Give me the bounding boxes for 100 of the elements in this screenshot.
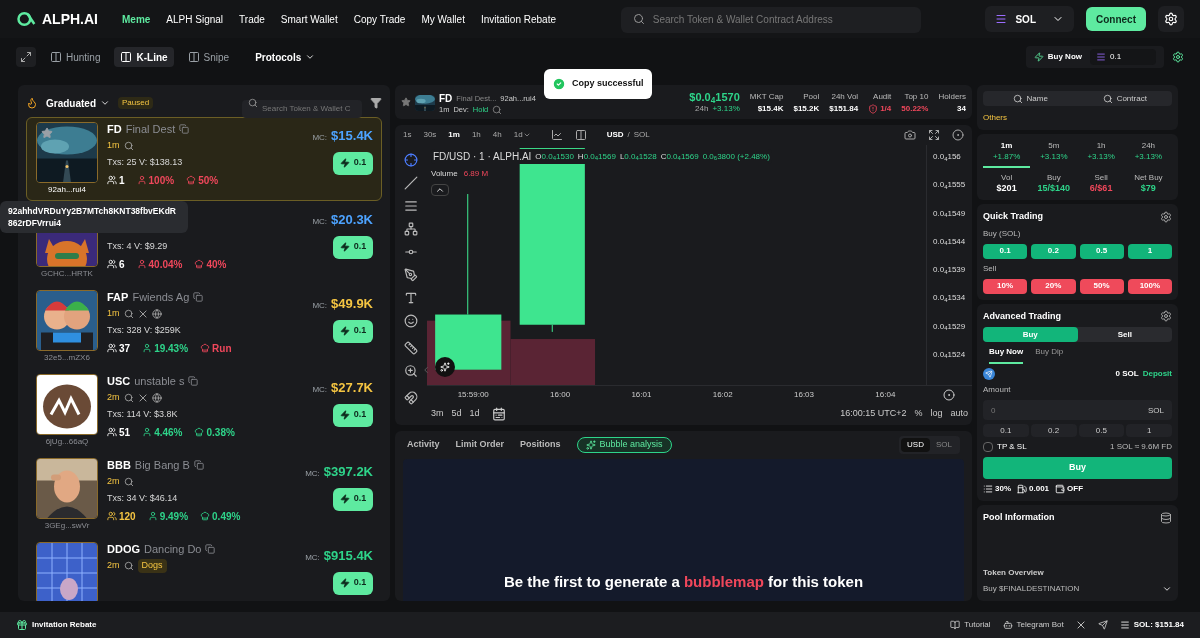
deposit-link[interactable]: Deposit: [1142, 368, 1172, 380]
gear-icon[interactable]: [1172, 51, 1184, 63]
timeframe-tab[interactable]: 1h: [471, 129, 481, 141]
copy-icon[interactable]: [205, 544, 216, 554]
magnet-icon[interactable]: [404, 391, 418, 405]
x-logo-icon[interactable]: [1075, 620, 1086, 630]
preset-button[interactable]: 0.2: [1030, 424, 1077, 437]
quick-sell-button[interactable]: 20%: [1031, 278, 1076, 294]
quick-buy-button[interactable]: 0.1: [333, 235, 373, 259]
zoom-in-icon[interactable]: [404, 364, 418, 378]
protocols-dropdown[interactable]: Protocols: [255, 49, 316, 65]
collapse-button[interactable]: [431, 184, 449, 196]
footer-link[interactable]: Tutorial: [950, 619, 991, 631]
lines-icon[interactable]: [404, 199, 418, 213]
search-icon[interactable]: [123, 141, 134, 151]
filter-icon[interactable]: [370, 97, 382, 109]
buy-now-button[interactable]: Buy Now: [1033, 51, 1082, 63]
nav-link[interactable]: Copy Trade: [353, 11, 406, 27]
copy-icon[interactable]: [193, 292, 204, 302]
x-logo-icon[interactable]: [137, 309, 148, 319]
search-icon[interactable]: [123, 309, 134, 319]
currency-tab[interactable]: USD: [606, 129, 624, 141]
slippage[interactable]: 30%: [995, 483, 1011, 495]
preset-button[interactable]: 0.1: [983, 424, 1029, 437]
footer-link[interactable]: Telegram Bot: [1002, 619, 1064, 631]
gear-icon[interactable]: [1160, 310, 1172, 323]
view-tab[interactable]: Snipe: [181, 47, 236, 67]
brush-icon[interactable]: [404, 268, 418, 282]
token-address[interactable]: 6jUg...66aQ: [45, 436, 89, 448]
checkbox[interactable]: [983, 442, 993, 452]
logo-text[interactable]: ALPH.AI: [42, 8, 98, 30]
scale-button[interactable]: log: [930, 407, 943, 421]
settings-button[interactable]: [1158, 6, 1184, 32]
period-tab[interactable]: 1m +1.87%: [983, 140, 1031, 168]
scale-button[interactable]: %: [914, 407, 923, 421]
search-field[interactable]: Search Token & Wallet Contract Address: [620, 6, 921, 33]
range-button[interactable]: 5d: [451, 407, 462, 421]
copy-icon[interactable]: [179, 124, 190, 134]
star-icon[interactable]: [401, 97, 411, 107]
mode-tab[interactable]: Buy Dip: [1035, 346, 1064, 364]
copy-icon[interactable]: [188, 376, 199, 386]
period-tab[interactable]: 1h +3.13%: [1077, 140, 1125, 168]
quick-sell-button[interactable]: 10%: [983, 278, 1028, 294]
token-address[interactable]: 3GEg...swVr: [44, 520, 90, 532]
period-tab[interactable]: 5m +3.13%: [1030, 140, 1078, 168]
connect-button[interactable]: Connect: [1086, 7, 1146, 31]
timeframe-tab[interactable]: 4h: [492, 129, 502, 141]
token-card[interactable]: 92ah...rui4 FD Final Dest 1m Txs: 25 V: $138.13 1 100% 50% MC: $15.4K 0.1: [26, 117, 382, 201]
currency-tab[interactable]: SOL: [633, 129, 650, 141]
timeframe-tab[interactable]: 1s: [403, 129, 412, 141]
quick-buy-button[interactable]: 0.1: [333, 319, 373, 343]
amount-field[interactable]: 0.1: [1090, 49, 1156, 65]
quick-buy-button[interactable]: 0.1: [333, 151, 373, 175]
token-address[interactable]: 32e5...mZX6: [44, 352, 90, 364]
fullscreen-icon[interactable]: [928, 129, 940, 141]
star-icon[interactable]: [41, 127, 53, 139]
nav-link[interactable]: Smart Wallet: [280, 11, 338, 27]
quick-sell-button[interactable]: 50%: [1079, 278, 1124, 294]
camera-icon[interactable]: [904, 129, 916, 141]
quick-buy-button[interactable]: 0.1: [333, 403, 373, 427]
nav-link[interactable]: Invitation Rebate: [480, 11, 556, 27]
timeframe-tab[interactable]: 1d: [513, 129, 531, 141]
copy-icon[interactable]: [193, 460, 204, 470]
period-tab[interactable]: 24h +3.13%: [1124, 140, 1172, 168]
search-tab[interactable]: Name: [983, 91, 1078, 106]
token-card[interactable]: 6jUg...66aQ USC unstable s 2m Txs: 114 V: $3.8K 51 4.46% 0.38% MC: $27.7K 0.1: [26, 369, 382, 453]
search-icon[interactable]: [123, 477, 134, 487]
quick-buy-button[interactable]: 0.1: [333, 571, 373, 595]
nav-link[interactable]: ALPH Signal: [166, 11, 224, 27]
token-card[interactable]: DDOG Dancing Do 2m Dogs MC: $915.4K 0.1: [26, 537, 382, 601]
telegram-icon[interactable]: [1097, 620, 1108, 630]
mev-protection[interactable]: OFF: [1067, 483, 1084, 495]
panel-tab[interactable]: Bubble analysis: [576, 437, 672, 453]
database-icon[interactable]: [1160, 511, 1172, 524]
timeframe-tab[interactable]: 30s: [423, 129, 437, 141]
text-icon[interactable]: [404, 291, 418, 305]
scale-button[interactable]: auto: [950, 407, 968, 421]
calendar-icon[interactable]: [491, 407, 506, 421]
view-tab[interactable]: Hunting: [44, 47, 107, 67]
token-card[interactable]: 3GEg...swVr BBB Big Bang B 2m Txs: 34 V: $46.14 120 9.49% 0.49% MC: $397.2K 0.1: [26, 453, 382, 537]
chevron-icon[interactable]: [1162, 584, 1172, 594]
panel-tab[interactable]: Activity: [407, 438, 440, 452]
preset-button[interactable]: 0.5: [1078, 424, 1125, 437]
nav-link[interactable]: Trade: [239, 11, 265, 27]
panel-tab[interactable]: Limit Order: [455, 438, 505, 452]
ruler-icon[interactable]: [404, 341, 418, 355]
indicator-icon[interactable]: [550, 129, 563, 141]
nav-link[interactable]: My Wallet: [421, 11, 465, 27]
x-logo-icon[interactable]: [137, 393, 148, 403]
panel-tab[interactable]: Positions: [520, 438, 561, 452]
range-button[interactable]: 3m: [431, 407, 444, 421]
rebate-link[interactable]: Invitation Rebate: [32, 619, 97, 631]
candles-icon[interactable]: [574, 129, 587, 141]
token-card[interactable]: 32e5...mZX6 FAP Fwiends Ag 1m Txs: 328 V: $259K 37 19.43% Run MC: $49.9K 0.1: [26, 285, 382, 369]
chain-selector[interactable]: SOL: [985, 6, 1074, 32]
globe-icon[interactable]: [151, 309, 162, 319]
preset-button[interactable]: 1: [1126, 424, 1172, 437]
logo-icon[interactable]: [16, 9, 36, 29]
filter-dropdown[interactable]: Graduated: [46, 95, 110, 111]
quick-sell-button[interactable]: 100%: [1127, 278, 1172, 294]
